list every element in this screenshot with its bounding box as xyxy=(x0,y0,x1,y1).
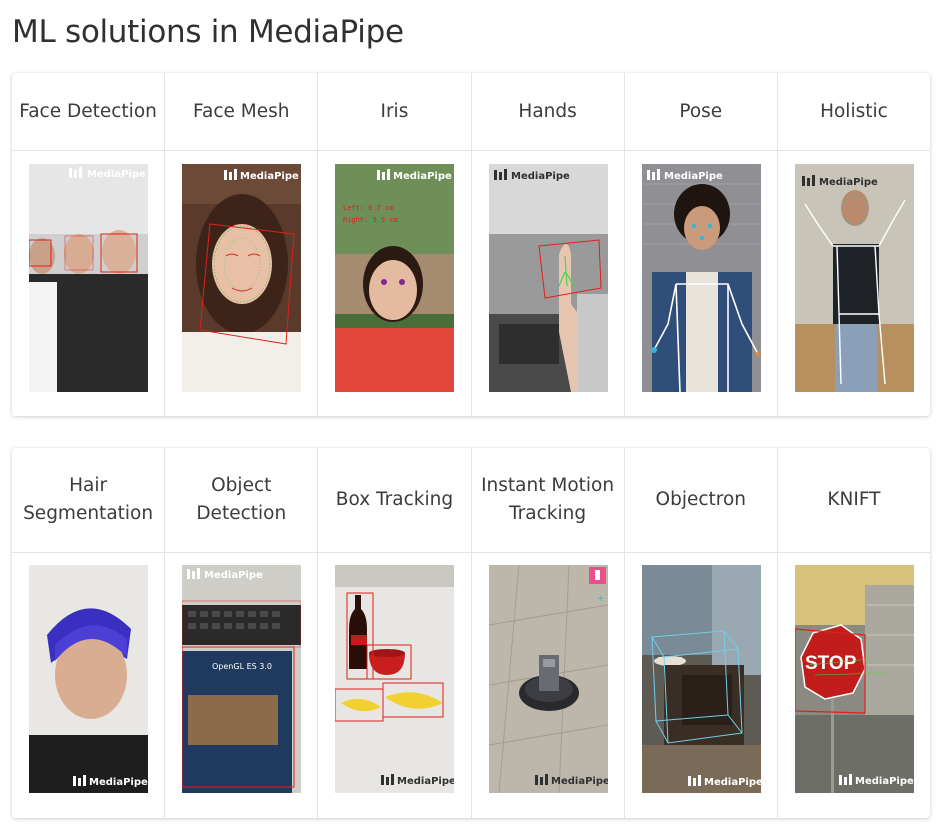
mediapipe-watermark: MediaPipe xyxy=(704,777,761,788)
mediapipe-watermark: MediaPipe xyxy=(240,171,299,182)
solution-knift: KNIFT STOP MediaPipe xyxy=(776,448,931,818)
mediapipe-watermark: MediaPipe xyxy=(397,776,454,787)
solution-link-object-detection[interactable]: Object Detection xyxy=(165,448,318,553)
solution-hair-segmentation: Hair Segmentation MediaPipe xyxy=(12,448,165,818)
svg-text:Left: 6.7 cm: Left: 6.7 cm xyxy=(343,204,394,212)
solution-box-tracking: Box Tracking MediaPipe xyxy=(317,448,471,818)
solution-link-pose[interactable]: Pose xyxy=(624,73,777,151)
knift-demo-image[interactable]: STOP MediaPipe xyxy=(794,565,914,793)
hands-demo-image[interactable]: MediaPipe xyxy=(488,164,608,392)
svg-text:STOP: STOP xyxy=(805,653,857,674)
solution-link-objectron[interactable]: Objectron xyxy=(624,448,777,553)
solution-link-iris[interactable]: Iris xyxy=(318,73,471,151)
mediapipe-watermark: MediaPipe xyxy=(204,570,263,581)
solution-link-instant-motion-tracking[interactable]: Instant Motion Tracking xyxy=(471,448,624,553)
solution-pose: Pose MediaPipe xyxy=(623,73,777,416)
solution-link-hair-segmentation[interactable]: Hair Segmentation xyxy=(12,448,165,553)
holistic-demo-image[interactable]: MediaPipe xyxy=(794,164,914,392)
solution-holistic: Holistic MediaPipe xyxy=(776,73,931,416)
face-mesh-demo-image[interactable]: MediaPipe xyxy=(182,164,302,392)
page-title: ML solutions in MediaPipe xyxy=(12,14,404,50)
pose-demo-image[interactable]: MediaPipe xyxy=(641,164,761,392)
iris-demo-image[interactable]: Left: 6.7 cm Right: 5.9 cm MediaPipe xyxy=(335,164,455,392)
svg-text:Right: 5.9 cm: Right: 5.9 cm xyxy=(343,216,398,224)
mediapipe-watermark: MediaPipe xyxy=(89,777,148,788)
solution-face-mesh: Face Mesh MediaPipe xyxy=(164,73,318,416)
box-tracking-demo-image[interactable]: MediaPipe xyxy=(335,565,455,793)
solution-objectron: Objectron MediaPipe xyxy=(623,448,777,818)
solution-face-detection: Face Detection MediaPipe xyxy=(12,73,165,416)
solution-hands: Hands MediaPipe xyxy=(470,73,624,416)
mediapipe-watermark: MediaPipe xyxy=(511,171,570,182)
objectron-demo-image[interactable]: MediaPipe xyxy=(641,565,761,793)
mediapipe-watermark: MediaPipe xyxy=(551,776,608,787)
solution-iris: Iris Left: 6.7 cm Right: 5.9 cm MediaPip… xyxy=(317,73,471,416)
solution-link-face-detection[interactable]: Face Detection xyxy=(12,73,165,151)
solution-object-detection: Object Detection OpenGL ES 3.0 MediaPipe xyxy=(164,448,318,818)
face-detection-demo-image[interactable]: MediaPipe xyxy=(29,164,148,392)
solution-link-knift[interactable]: KNIFT xyxy=(777,448,931,553)
instant-motion-tracking-demo-image[interactable]: + MediaPipe xyxy=(488,565,608,793)
solutions-table-row-2: Hair Segmentation MediaPipe Object Detec… xyxy=(12,448,931,818)
mediapipe-watermark: MediaPipe xyxy=(664,171,723,182)
svg-text:+: + xyxy=(597,594,605,604)
mediapipe-watermark: MediaPipe xyxy=(87,169,146,180)
solution-link-holistic[interactable]: Holistic xyxy=(777,73,931,151)
solution-instant-motion-tracking: Instant Motion Tracking + MediaPipe xyxy=(470,448,624,818)
mediapipe-watermark: MediaPipe xyxy=(819,177,878,188)
solution-link-box-tracking[interactable]: Box Tracking xyxy=(318,448,471,553)
solution-link-face-mesh[interactable]: Face Mesh xyxy=(165,73,318,151)
solutions-table-row-1: Face Detection MediaPipe Face Mesh Media… xyxy=(12,73,931,416)
mediapipe-watermark: MediaPipe xyxy=(393,171,452,182)
mediapipe-watermark: MediaPipe xyxy=(855,776,914,787)
hair-segmentation-demo-image[interactable]: MediaPipe xyxy=(29,565,148,793)
object-detection-demo-image[interactable]: OpenGL ES 3.0 MediaPipe xyxy=(182,565,302,793)
svg-text:OpenGL ES 3.0: OpenGL ES 3.0 xyxy=(212,662,272,671)
solution-link-hands[interactable]: Hands xyxy=(471,73,624,151)
